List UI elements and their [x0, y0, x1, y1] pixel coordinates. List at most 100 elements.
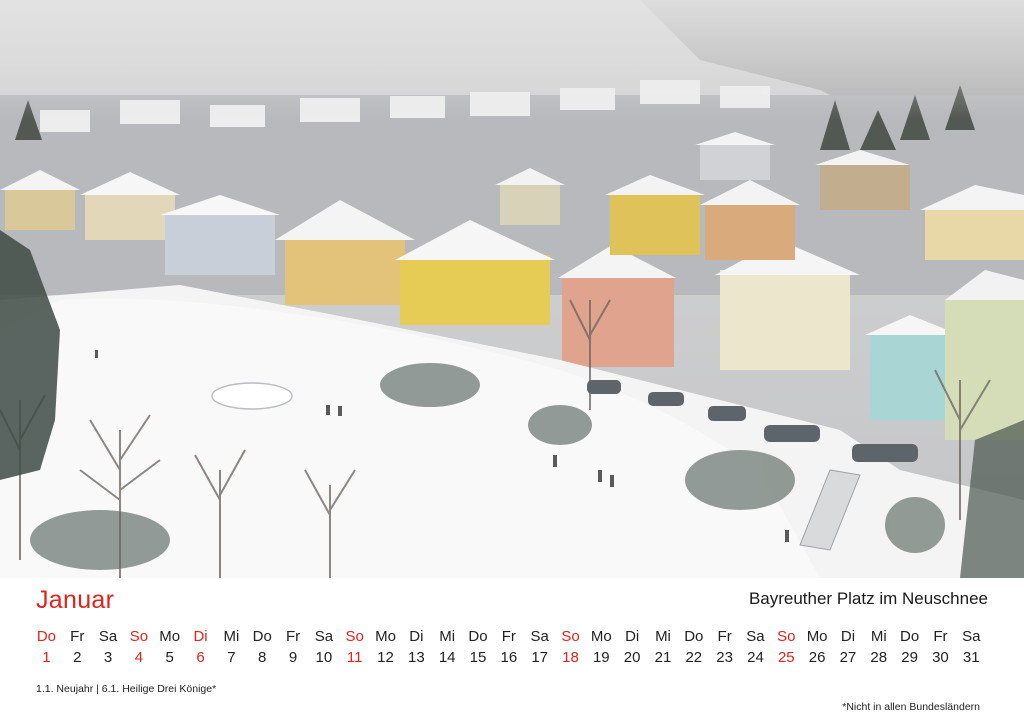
day-number: 13: [408, 649, 425, 666]
day-number: 5: [165, 649, 174, 666]
day-number: 30: [932, 649, 949, 666]
calendar-day: Fr 30: [925, 626, 956, 668]
weekday-label: Sa: [962, 628, 981, 645]
calendar-day: Sa 17: [524, 626, 555, 668]
day-number: 31: [962, 649, 980, 666]
calendar-day: Do 8: [247, 626, 278, 668]
calendar-strip: Do 1 Fr 2 Sa 3 So 4 Mo 5 Di 6 Mi 7 Do 8 Fr 9 Sa 10 So 11 Mo 12 D…: [31, 626, 987, 668]
day-number: 8: [258, 649, 267, 666]
day-number: 16: [500, 649, 518, 666]
calendar-day: Do 29: [894, 626, 925, 668]
photo-caption: Bayreuther Platz im Neuschnee: [748, 589, 988, 608]
day-number: 19: [592, 649, 610, 666]
weekday-label: Fr: [501, 628, 516, 645]
day-number: 27: [839, 649, 857, 666]
day-number: 23: [716, 649, 733, 666]
day-number: 9: [288, 649, 298, 666]
weekday-label: Mi: [439, 628, 456, 645]
weekday-label: Mi: [223, 628, 240, 645]
calendar-day: Fr 16: [493, 626, 524, 668]
calendar-day: Fr 9: [278, 626, 309, 668]
calendar-day: So 4: [123, 626, 154, 668]
weekday-label: Mo: [806, 628, 828, 645]
weekday-label: Di: [625, 628, 640, 645]
weekday-label: Do: [252, 628, 272, 645]
weekday-label: Fr: [717, 628, 732, 645]
calendar-day: Sa 31: [956, 626, 987, 668]
calendar-day: Di 6: [185, 626, 216, 668]
month-title: Januar: [36, 586, 115, 614]
calendar-day: Di 27: [833, 626, 864, 668]
weekday-label: Do: [36, 628, 56, 645]
weekday-label: Fr: [933, 628, 948, 645]
calendar-day: Di 13: [401, 626, 432, 668]
calendar-day: Mo 19: [586, 626, 617, 668]
calendar-day: Do 22: [678, 626, 709, 668]
weekday-label: Do: [900, 628, 920, 645]
day-number: 20: [623, 649, 641, 666]
weekday-label: Mi: [870, 628, 887, 645]
calendar-day: Mi 14: [432, 626, 463, 668]
weekday-label: Fr: [70, 628, 85, 645]
weekday-label: Fr: [285, 628, 301, 645]
day-number: 2: [73, 649, 82, 666]
day-number: 29: [901, 649, 918, 666]
day-number: 28: [870, 649, 888, 666]
winter-village-photo: [0, 0, 1024, 578]
day-number: 26: [808, 649, 826, 666]
weekday-label: Sa: [530, 628, 549, 645]
day-number: 10: [315, 649, 333, 666]
calendar-day: Sa 24: [740, 626, 771, 668]
weekday-label: Do: [468, 628, 488, 645]
day-number: 17: [531, 649, 548, 666]
day-number: 3: [103, 649, 113, 666]
calendar-day: Sa 10: [308, 626, 339, 668]
calendar-day: Fr 23: [709, 626, 740, 668]
calendar-day: Mi 28: [863, 626, 894, 668]
weekday-label: Sa: [746, 628, 765, 645]
day-number: 1: [42, 649, 51, 666]
calendar-day: Mo 12: [370, 626, 401, 668]
day-number: 7: [227, 649, 236, 666]
weekday-label: Mi: [655, 628, 671, 645]
calendar-day: So 11: [339, 626, 370, 668]
weekday-label: Sa: [98, 628, 118, 645]
day-number: 25: [777, 649, 795, 666]
weekday-label: Mo: [375, 628, 396, 645]
calendar-day: Mo 26: [802, 626, 833, 668]
weekday-label: Sa: [314, 628, 334, 645]
weekday-label: So: [129, 628, 149, 645]
day-number: 15: [469, 649, 487, 666]
calendar-day: Di 20: [617, 626, 648, 668]
day-number: 21: [654, 649, 672, 666]
weekday-label: Di: [840, 628, 856, 645]
calendar-day: Do 1: [31, 626, 62, 668]
weekday-label: So: [777, 628, 796, 645]
weekday-label: Mo: [159, 628, 181, 645]
calendar-day: So 25: [771, 626, 802, 668]
calendar-day: So 18: [555, 626, 586, 668]
weekday-label: Mo: [590, 628, 612, 645]
footnote: *Nicht in allen Bundesländern: [842, 701, 980, 713]
day-number: 12: [377, 649, 394, 666]
weekday-label: Di: [409, 628, 424, 645]
day-number: 22: [685, 649, 703, 666]
weekday-label: So: [345, 628, 364, 645]
calendar-day: Mi 21: [648, 626, 679, 668]
calendar-day: Mi 7: [216, 626, 247, 668]
weekday-label: Di: [193, 628, 208, 645]
day-number: 11: [346, 649, 363, 666]
calendar-day: Fr 2: [62, 626, 93, 668]
weekday-label: So: [561, 628, 580, 645]
weekday-label: Do: [684, 628, 704, 645]
calendar-day: Sa 3: [93, 626, 124, 668]
calendar-day: Mo 5: [154, 626, 185, 668]
day-number: 4: [134, 649, 144, 666]
day-number: 14: [438, 649, 456, 666]
calendar-day: Do 15: [463, 626, 494, 668]
day-number: 18: [562, 649, 579, 666]
holiday-notes: 1.1. Neujahr | 6.1. Heilige Drei Könige*: [36, 683, 217, 695]
day-number: 6: [196, 649, 205, 666]
day-number: 24: [747, 649, 764, 666]
calendar-photo: [0, 0, 1024, 578]
